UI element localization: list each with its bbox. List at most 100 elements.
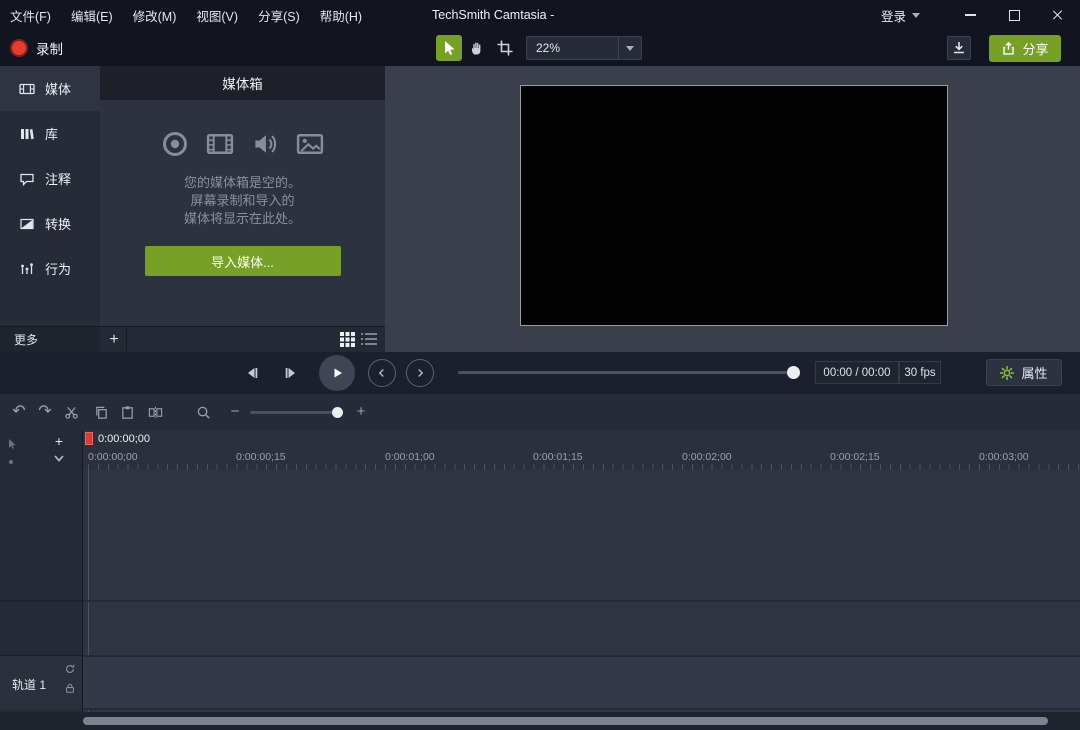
- minimize-button[interactable]: [948, 0, 992, 30]
- scrollbar-thumb[interactable]: [83, 717, 1048, 725]
- circular-arrow-icon: [64, 663, 76, 675]
- ruler-tick: 0:00:01;00: [385, 451, 435, 463]
- play-icon: [329, 365, 345, 381]
- jump-back-button[interactable]: [368, 359, 396, 387]
- horizontal-scrollbar: [0, 712, 1080, 730]
- media-bin-title: 媒体箱: [222, 73, 263, 93]
- menu-share[interactable]: 分享(S): [248, 0, 310, 30]
- timeline-zoom-slider[interactable]: [250, 411, 342, 414]
- media-bin-panel: 媒体箱 您的媒体箱是空的。 屏幕录制和导入的 媒体将显示在此处。 导入媒体...: [100, 66, 385, 326]
- sidebar-item-annotations[interactable]: 注释: [0, 156, 100, 201]
- cut-button[interactable]: [62, 403, 80, 421]
- download-icon: [951, 40, 967, 56]
- close-button[interactable]: [1036, 0, 1080, 30]
- ruler-tick: 0:00:02;15: [830, 451, 880, 463]
- canvas-area: [385, 66, 1080, 352]
- ruler-tick: 0:00:02;00: [682, 451, 732, 463]
- previous-frame-button[interactable]: [244, 365, 260, 381]
- window-title: TechSmith Camtasia -: [432, 0, 554, 30]
- sidebar-item-label: 注释: [45, 169, 71, 188]
- share-icon: [1001, 41, 1016, 56]
- undo-button[interactable]: ↶: [10, 403, 28, 421]
- import-media-button[interactable]: 导入媒体...: [145, 246, 341, 276]
- seek-slider-thumb[interactable]: [787, 366, 800, 379]
- sidebar-item-behaviors[interactable]: 行为: [0, 246, 100, 291]
- hand-icon: [469, 40, 485, 56]
- sidebar-item-media[interactable]: 媒体: [0, 66, 100, 111]
- split-button[interactable]: [146, 403, 164, 421]
- jump-forward-button[interactable]: [406, 359, 434, 387]
- track1-label: 轨道 1: [12, 676, 46, 693]
- track1-lane: [83, 655, 1080, 710]
- maximize-button[interactable]: [992, 0, 1036, 30]
- sidebar-item-label: 媒体: [45, 79, 71, 98]
- sidebar-more-button[interactable]: 更多: [0, 326, 100, 352]
- chevron-down-icon: [912, 13, 920, 18]
- properties-button[interactable]: 属性: [986, 359, 1062, 386]
- lock-icon: [64, 682, 76, 694]
- list-icon: [361, 332, 377, 346]
- menu-view[interactable]: 视图(V): [186, 0, 248, 30]
- export-button[interactable]: [947, 36, 971, 60]
- more-label: 更多: [14, 331, 38, 348]
- timeline-zoom-thumb[interactable]: [332, 407, 343, 418]
- signin-button[interactable]: 登录: [881, 0, 920, 30]
- add-media-button[interactable]: +: [102, 328, 127, 351]
- timeline-ruler: 0:00:00;00 0:00:00;00 0:00:00;15 0:00:01…: [83, 430, 1080, 470]
- add-track-button[interactable]: +: [48, 432, 70, 449]
- crop-tool-button[interactable]: [492, 35, 518, 61]
- list-view-button[interactable]: [361, 332, 377, 346]
- minimize-icon: [965, 14, 976, 16]
- toolbar: 录制 22% 分享: [0, 30, 1080, 66]
- clipboard-icon: [120, 405, 135, 420]
- timeline-zoom-in-button[interactable]: +: [352, 403, 370, 421]
- copy-button[interactable]: [92, 403, 110, 421]
- menu-modify[interactable]: 修改(M): [123, 0, 187, 30]
- sidebar-item-label: 转换: [45, 214, 71, 233]
- media-type-icons: [100, 130, 385, 158]
- step-forward-icon: [283, 365, 299, 381]
- chevron-down-icon: [626, 46, 634, 51]
- menu-file[interactable]: 文件(F): [0, 0, 61, 30]
- track-options-button[interactable]: [48, 450, 70, 466]
- chevron-down-icon: [54, 455, 64, 462]
- track-lock-toggle[interactable]: [64, 682, 76, 694]
- media-bin-header: 媒体箱: [100, 66, 385, 100]
- play-button[interactable]: [319, 355, 355, 391]
- track-divider: [83, 600, 1080, 602]
- record-icon: [10, 39, 28, 57]
- filmstrip-icon: [206, 130, 234, 158]
- next-frame-button[interactable]: [283, 365, 299, 381]
- behaviors-icon: [19, 261, 35, 277]
- timeline-toolbar: ↶ ↷ − +: [0, 394, 1080, 430]
- seek-slider[interactable]: [458, 371, 798, 374]
- select-tool-button[interactable]: [436, 35, 462, 61]
- share-label: 分享: [1022, 39, 1048, 58]
- close-icon: [1052, 9, 1064, 21]
- track-loop-toggle[interactable]: [64, 663, 76, 675]
- properties-label: 属性: [1021, 363, 1047, 382]
- menu-help[interactable]: 帮助(H): [310, 0, 372, 30]
- paste-button[interactable]: [118, 403, 136, 421]
- time-display: 00:00 / 00:00: [815, 361, 899, 384]
- ruler-tick: 0:00:00;00: [88, 451, 138, 463]
- record-button[interactable]: 录制: [10, 35, 63, 61]
- gear-icon: [1000, 366, 1014, 380]
- grid-icon: [340, 332, 355, 347]
- zoom-dropdown[interactable]: 22%: [526, 36, 642, 60]
- pan-tool-button[interactable]: [464, 35, 490, 61]
- library-icon: [19, 126, 35, 142]
- timeline-zoom-out-button[interactable]: −: [226, 403, 244, 421]
- sidebar-item-transitions[interactable]: 转换: [0, 201, 100, 246]
- scissors-icon: [64, 405, 79, 420]
- chevron-right-icon: [413, 366, 427, 380]
- redo-button[interactable]: ↷: [36, 403, 54, 421]
- grid-view-button[interactable]: [340, 332, 355, 347]
- playhead-handle[interactable]: [85, 432, 93, 445]
- main-area: 媒体 库 注释 转换: [0, 66, 1080, 352]
- sidebar-item-library[interactable]: 库: [0, 111, 100, 156]
- sidebar-item-label: 库: [45, 124, 58, 143]
- menu-edit[interactable]: 编辑(E): [61, 0, 123, 30]
- share-button[interactable]: 分享: [989, 35, 1061, 62]
- signin-label: 登录: [881, 6, 906, 25]
